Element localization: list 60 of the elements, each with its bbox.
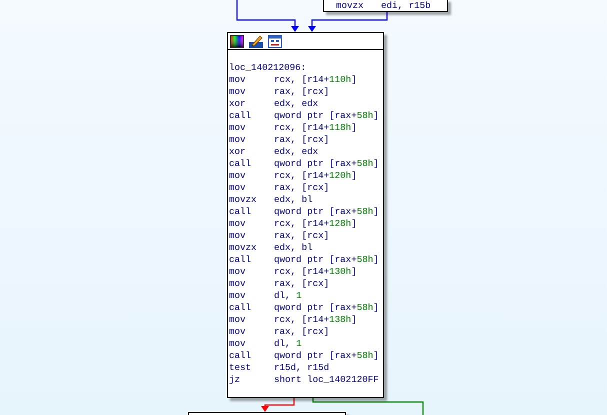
mnemonic: call (229, 158, 252, 170)
operands: rax, [rcx] (274, 230, 330, 242)
mnemonic: mov (229, 290, 247, 302)
operands: edx, edx (274, 98, 318, 110)
location-label: loc_140212096: (229, 62, 306, 74)
mnemonic: mov (229, 230, 247, 242)
mnemonic: call (229, 110, 252, 122)
mnemonic: movzx (229, 194, 258, 206)
mnemonic: mov (229, 314, 247, 326)
operands: r15d, r15d (274, 362, 330, 374)
operands: rcx, [r14+118h] (274, 122, 357, 134)
mnemonic: jz (229, 374, 242, 386)
operands: edx, bl (274, 242, 313, 254)
color-palette-icon[interactable] (230, 34, 244, 48)
operands: edi, r15b (381, 0, 431, 12)
mnemonic: movzx (336, 0, 365, 12)
operands: qword ptr [rax+58h] (274, 206, 379, 218)
mnemonic: mov (229, 74, 247, 86)
mnemonic: movzx (229, 242, 258, 254)
mnemonic: mov (229, 182, 247, 194)
mnemonic: mov (229, 86, 247, 98)
operands: rax, [rcx] (274, 326, 330, 338)
mnemonic: mov (229, 266, 247, 278)
operands: qword ptr [rax+58h] (274, 254, 379, 266)
operands: rcx, [r14+120h] (274, 170, 357, 182)
operands: rcx, [r14+138h] (274, 314, 357, 326)
operands: qword ptr [rax+58h] (274, 350, 379, 362)
operands: rax, [rcx] (274, 278, 330, 290)
mnemonic: xor (229, 146, 247, 158)
mnemonic: call (229, 350, 252, 362)
operands: rax, [rcx] (274, 134, 330, 146)
edge-arrow (261, 397, 295, 412)
operands: rcx, [r14+110h] (274, 74, 357, 86)
mnemonic: mov (229, 122, 247, 134)
operands: rax, [rcx] (274, 86, 330, 98)
mnemonic: mov (229, 278, 247, 290)
mnemonic: mov (229, 326, 247, 338)
operands: rcx, [r14+130h] (274, 266, 357, 278)
graph-overview-icon[interactable] (268, 34, 282, 48)
mnemonic: test (229, 362, 252, 374)
operands: rcx, [r14+128h] (274, 218, 357, 230)
mnemonic: mov (229, 218, 247, 230)
mnemonic: xor (229, 98, 247, 110)
operands: edx, edx (274, 146, 318, 158)
operands: qword ptr [rax+58h] (274, 110, 379, 122)
mnemonic: mov (229, 338, 247, 350)
operands: qword ptr [rax+58h] (274, 158, 379, 170)
mnemonic: mov (229, 134, 247, 146)
mnemonic: call (229, 302, 252, 314)
mnemonic: call (229, 254, 252, 266)
edge-arrow (236, 0, 299, 32)
pencil-icon[interactable] (249, 34, 263, 48)
operands: dl, 1 (274, 338, 302, 350)
operands: rax, [rcx] (274, 182, 330, 194)
operands: short loc_1402120FF (274, 374, 379, 386)
operands: edx, bl (274, 194, 313, 206)
mnemonic: call (229, 206, 252, 218)
operands: dl, 1 (274, 290, 302, 302)
operands: qword ptr [rax+58h] (274, 302, 379, 314)
mnemonic: mov (229, 170, 247, 182)
